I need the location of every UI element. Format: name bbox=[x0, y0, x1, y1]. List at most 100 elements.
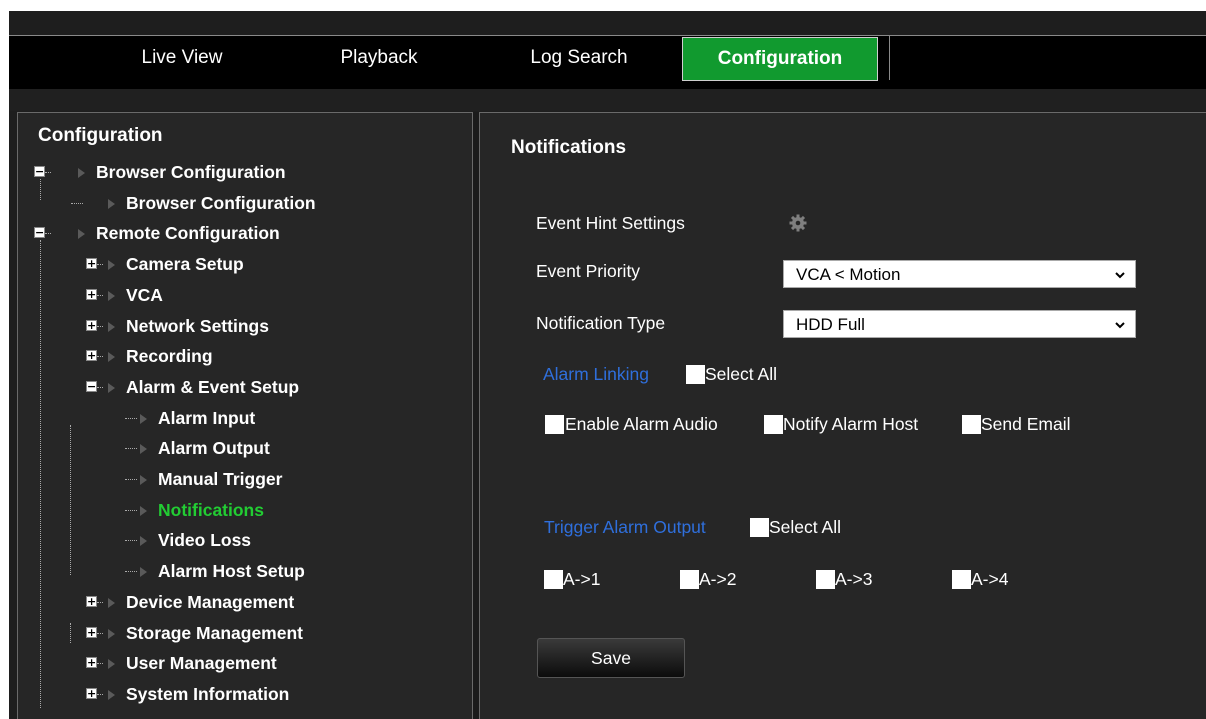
enable-alarm-audio-checkbox[interactable] bbox=[545, 415, 564, 434]
tree-guide-line bbox=[70, 425, 71, 575]
caret-right-icon bbox=[108, 629, 115, 639]
gear-icon[interactable] bbox=[789, 214, 807, 232]
sidebar-item-label: System Information bbox=[126, 684, 290, 704]
alarm-linking-select-all-label: Select All bbox=[705, 364, 777, 384]
output-a4-label: A->4 bbox=[971, 569, 1009, 589]
expand-icon[interactable]: + bbox=[86, 320, 97, 331]
sidebar-item-alarm-event-setup[interactable]: − Alarm & Event Setup bbox=[18, 375, 458, 399]
caret-right-icon bbox=[140, 444, 147, 454]
caret-right-icon bbox=[108, 260, 115, 270]
sidebar-item-browser-configuration[interactable]: Browser Configuration bbox=[18, 191, 458, 215]
tree-connector bbox=[125, 448, 137, 449]
sidebar-item-label: Alarm & Event Setup bbox=[126, 377, 300, 397]
sidebar-item-network-settings[interactable]: + Network Settings bbox=[18, 314, 458, 338]
alarm-linking-select-all-checkbox[interactable] bbox=[686, 365, 705, 384]
sidebar-item-label: Manual Trigger bbox=[158, 469, 283, 489]
expand-icon[interactable]: + bbox=[86, 627, 97, 638]
panel-divider[interactable] bbox=[472, 112, 480, 719]
caret-right-icon bbox=[108, 690, 115, 700]
tree-connector bbox=[97, 264, 103, 265]
tree-connector bbox=[125, 418, 137, 419]
sidebar-item-label: Camera Setup bbox=[126, 254, 244, 274]
notification-type-select[interactable]: HDD Full bbox=[783, 310, 1136, 338]
expand-icon[interactable]: + bbox=[86, 289, 97, 300]
tab-configuration[interactable]: Configuration bbox=[682, 37, 878, 81]
event-priority-select[interactable]: VCA < Motion bbox=[783, 260, 1136, 288]
chevron-down-icon bbox=[1115, 322, 1125, 329]
sidebar-item-label: Browser Configuration bbox=[126, 193, 316, 213]
event-priority-value: VCA < Motion bbox=[796, 265, 901, 284]
tab-separator bbox=[889, 36, 890, 80]
sidebar-item-system-information[interactable]: + System Information bbox=[18, 682, 458, 706]
sidebar-item-label: Device Management bbox=[126, 592, 295, 612]
tree-guide-line bbox=[40, 179, 41, 200]
caret-right-icon bbox=[140, 567, 147, 577]
collapse-icon[interactable]: − bbox=[34, 227, 45, 238]
sidebar-item-label: Network Settings bbox=[126, 316, 269, 336]
chevron-down-icon bbox=[1115, 272, 1125, 279]
sidebar-item-browser-configuration[interactable]: − Browser Configuration bbox=[18, 160, 458, 184]
sidebar-item-camera-setup[interactable]: + Camera Setup bbox=[18, 252, 458, 276]
sidebar-item-video-loss[interactable]: Video Loss bbox=[18, 528, 458, 552]
sidebar-item-alarm-input[interactable]: Alarm Input bbox=[18, 406, 458, 430]
tree-guide-line bbox=[40, 240, 41, 708]
expand-icon[interactable]: + bbox=[86, 596, 97, 607]
trigger-alarm-output-label: Trigger Alarm Output bbox=[544, 517, 706, 537]
tree-connector bbox=[97, 356, 103, 357]
output-a2-label: A->2 bbox=[699, 569, 737, 589]
sidebar-item-user-management[interactable]: + User Management bbox=[18, 651, 458, 675]
sidebar-item-recording[interactable]: + Recording bbox=[18, 344, 458, 368]
collapse-icon[interactable]: − bbox=[86, 381, 97, 392]
sidebar-item-label: Recording bbox=[126, 346, 213, 366]
caret-right-icon bbox=[140, 536, 147, 546]
sidebar-item-label: User Management bbox=[126, 653, 277, 673]
send-email-label: Send Email bbox=[981, 414, 1071, 434]
sidebar-item-alarm-output[interactable]: Alarm Output bbox=[18, 436, 458, 460]
alarm-linking-label: Alarm Linking bbox=[543, 364, 650, 384]
send-email-checkbox[interactable] bbox=[962, 415, 981, 434]
caret-right-icon bbox=[108, 352, 115, 362]
sidebar-item-notifications[interactable]: Notifications bbox=[18, 498, 458, 522]
sidebar-item-label: Alarm Input bbox=[158, 408, 256, 428]
output-a1-checkbox[interactable] bbox=[544, 570, 563, 589]
sidebar-item-label: Notifications bbox=[158, 500, 264, 520]
caret-right-icon bbox=[140, 506, 147, 516]
sidebar-item-manual-trigger[interactable]: Manual Trigger bbox=[18, 467, 458, 491]
enable-alarm-audio-label: Enable Alarm Audio bbox=[565, 414, 718, 434]
tab-log-search[interactable]: Log Search bbox=[499, 36, 659, 90]
tree-connector bbox=[97, 694, 103, 695]
output-a2-checkbox[interactable] bbox=[680, 570, 699, 589]
sidebar-item-label: Video Loss bbox=[158, 530, 252, 550]
content-panel: Notifications Event Hint Settings Event … bbox=[480, 112, 1206, 719]
collapse-icon[interactable]: − bbox=[34, 166, 45, 177]
expand-icon[interactable]: + bbox=[86, 688, 97, 699]
tab-playback[interactable]: Playback bbox=[309, 36, 449, 90]
caret-right-icon bbox=[108, 291, 115, 301]
caret-right-icon bbox=[108, 383, 115, 393]
save-button[interactable]: Save bbox=[537, 638, 685, 678]
sidebar-item-device-management[interactable]: + Device Management bbox=[18, 590, 458, 614]
caret-right-icon bbox=[108, 199, 115, 209]
sidebar-item-alarm-host-setup[interactable]: Alarm Host Setup bbox=[18, 559, 458, 583]
tab-live-view[interactable]: Live View bbox=[97, 36, 267, 90]
expand-icon[interactable]: + bbox=[86, 657, 97, 668]
output-a1-label: A->1 bbox=[563, 569, 601, 589]
top-navigation: Live View Playback Log Search Configurat… bbox=[9, 35, 1206, 90]
expand-icon[interactable]: + bbox=[86, 258, 97, 269]
trigger-select-all-checkbox[interactable] bbox=[750, 518, 769, 537]
trigger-select-all-label: Select All bbox=[769, 517, 841, 537]
caret-right-icon bbox=[78, 229, 85, 239]
sidebar-item-label: Browser Configuration bbox=[96, 162, 286, 182]
tree-connector bbox=[97, 295, 103, 296]
output-a4-checkbox[interactable] bbox=[952, 570, 971, 589]
sidebar-item-remote-configuration[interactable]: − Remote Configuration bbox=[18, 221, 458, 245]
output-a3-checkbox[interactable] bbox=[816, 570, 835, 589]
expand-icon[interactable]: + bbox=[86, 350, 97, 361]
notify-alarm-host-checkbox[interactable] bbox=[764, 415, 783, 434]
sidebar-item-vca[interactable]: + VCA bbox=[18, 283, 458, 307]
caret-right-icon bbox=[108, 322, 115, 332]
event-hint-settings-label: Event Hint Settings bbox=[536, 213, 685, 233]
sidebar-item-storage-management[interactable]: + Storage Management bbox=[18, 621, 458, 645]
tree-connector bbox=[125, 571, 137, 572]
notify-alarm-host-label: Notify Alarm Host bbox=[783, 414, 919, 434]
